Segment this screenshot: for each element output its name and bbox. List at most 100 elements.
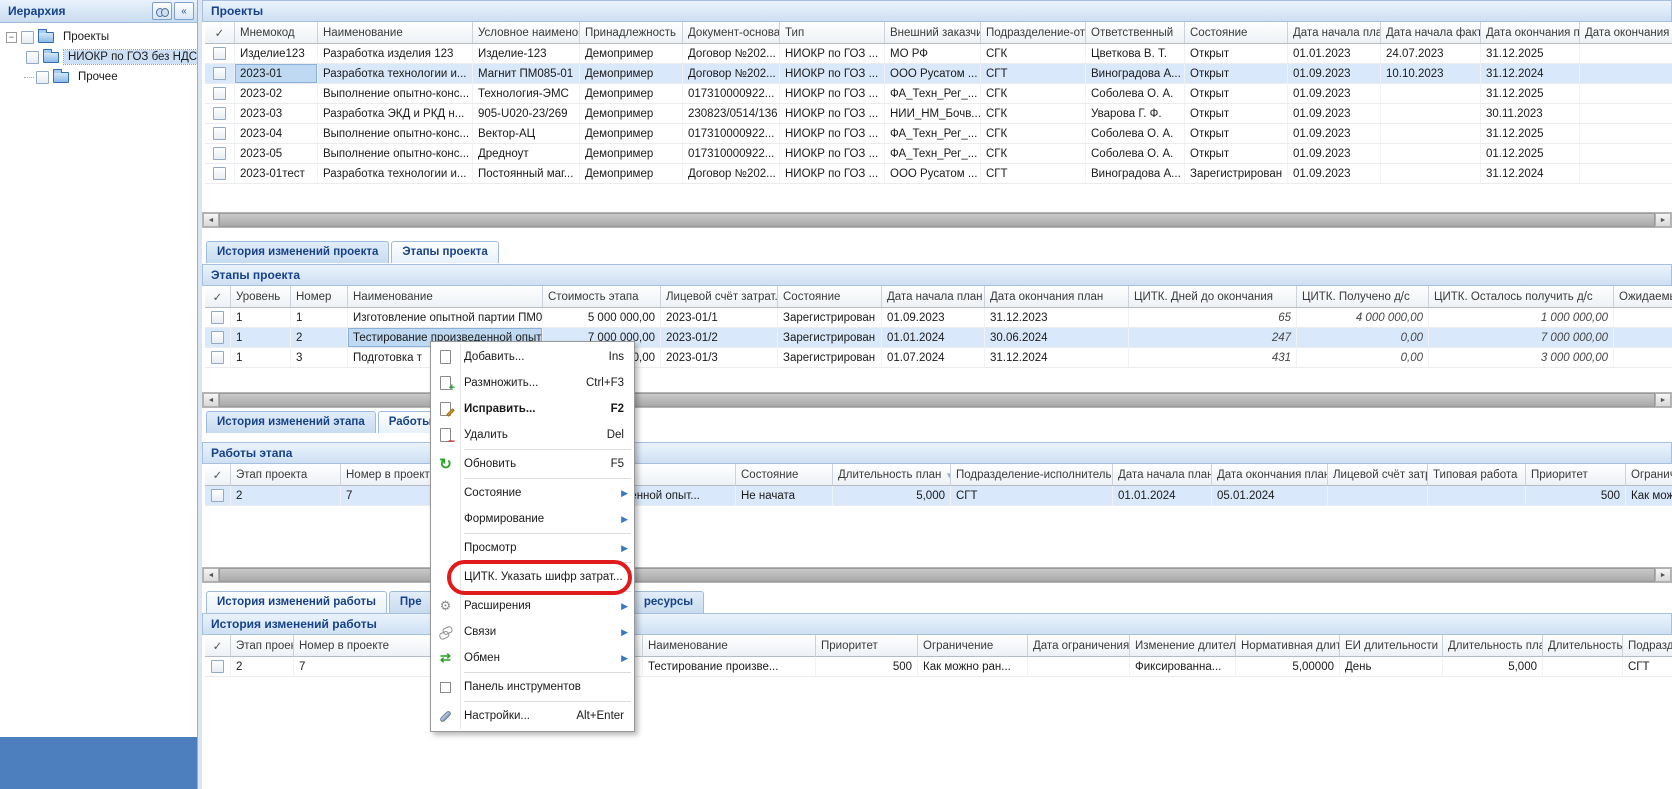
collapse-panel-button[interactable]: «: [174, 2, 194, 20]
column-header[interactable]: Этап проекта: [231, 635, 294, 657]
column-header[interactable]: Наименование: [643, 635, 816, 657]
menu-item-toolbar[interactable]: Панель инструментов: [431, 674, 634, 700]
column-header[interactable]: Дата окончания: [1580, 22, 1672, 44]
column-header[interactable]: Дата начала план.: [1288, 22, 1381, 44]
column-header[interactable]: ✓: [205, 464, 231, 486]
works-hscrollbar[interactable]: ◄ ►: [202, 567, 1672, 583]
stages-hscrollbar[interactable]: ◄ ►: [202, 392, 1672, 408]
table-row[interactable]: 2023-03Разработка ЭКД и РКД н...905-U020…: [205, 104, 1672, 124]
column-header[interactable]: Дата начала план.: [1113, 464, 1212, 486]
column-header[interactable]: Принадлежность: [580, 22, 683, 44]
column-header[interactable]: Дата окончания план: [985, 286, 1129, 308]
column-header[interactable]: Длительность фак: [1543, 635, 1623, 657]
column-header[interactable]: ✓: [205, 286, 231, 308]
table-row[interactable]: 11Изготовление опытной партии ПМ0...5 00…: [205, 308, 1672, 328]
column-header[interactable]: Номер: [291, 286, 348, 308]
column-header[interactable]: Лицевой счёт затрат.: [661, 286, 778, 308]
column-header[interactable]: Типовая работа: [1428, 464, 1526, 486]
column-header[interactable]: ✓: [205, 635, 231, 657]
table-row[interactable]: 2023-02Выполнение опытно-конс...Технолог…: [205, 84, 1672, 104]
tab-project-history[interactable]: История изменений проекта: [206, 241, 389, 263]
column-header[interactable]: Условное наименова: [473, 22, 580, 44]
column-header[interactable]: ЦИТК. Дней до окончания: [1129, 286, 1297, 308]
scroll-left-arrow[interactable]: ◄: [203, 213, 219, 227]
tree-item-projects[interactable]: − Проекты: [0, 27, 197, 47]
menu-item-extensions[interactable]: ⚙ Расширения ▶: [431, 593, 634, 619]
table-row[interactable]: 2023-04Выполнение опытно-конс...Вектор-А…: [205, 124, 1672, 144]
menu-item-settings[interactable]: Настройки... Alt+Enter: [431, 703, 634, 729]
column-header[interactable]: Дата окончания план: [1212, 464, 1328, 486]
row-checkbox[interactable]: [213, 107, 226, 120]
row-checkbox[interactable]: [211, 351, 224, 364]
table-row[interactable]: 2023-05Выполнение опытно-конс...Дредноут…: [205, 144, 1672, 164]
table-row[interactable]: 12Тестирование произведенной опыт7 000 0…: [205, 328, 1672, 348]
tree-item-label[interactable]: Прочее: [74, 70, 122, 84]
column-header[interactable]: ЦИТК. Осталось получить д/с: [1429, 286, 1614, 308]
column-header[interactable]: Уровень: [231, 286, 291, 308]
column-header[interactable]: Подразделение-от: [981, 22, 1086, 44]
menu-item-refresh[interactable]: ↻ Обновить F5: [431, 451, 634, 477]
column-header[interactable]: Номер в проекте: [294, 635, 438, 657]
menu-item-exchange[interactable]: ⇄ Обмен ▶: [431, 645, 634, 671]
table-row[interactable]: Изделие123Разработка изделия 123Изделие-…: [205, 44, 1672, 64]
scroll-left-arrow[interactable]: ◄: [203, 568, 219, 582]
scroll-right-arrow[interactable]: ►: [1655, 568, 1671, 582]
tab-project-stages[interactable]: Этапы проекта: [391, 241, 498, 263]
column-header[interactable]: Стоимость этапа: [543, 286, 661, 308]
row-checkbox[interactable]: [213, 167, 226, 180]
row-checkbox[interactable]: [211, 311, 224, 324]
column-header[interactable]: Подразделение-и: [1623, 635, 1672, 657]
column-header[interactable]: Наименование: [318, 22, 473, 44]
column-header[interactable]: ✓: [205, 22, 235, 44]
scroll-right-arrow[interactable]: ►: [1655, 393, 1671, 407]
scroll-left-arrow[interactable]: ◄: [203, 393, 219, 407]
tree-expander-icon[interactable]: −: [6, 32, 17, 43]
tab-work-resources[interactable]: ресурсы: [631, 591, 704, 613]
tree-item-label[interactable]: НИОКР по ГОЗ без НДС: [64, 50, 197, 64]
menu-item-edit[interactable]: Исправить... F2: [431, 396, 634, 422]
column-header[interactable]: Дата начала план: [882, 286, 985, 308]
row-checkbox[interactable]: [213, 87, 226, 100]
scroll-right-arrow[interactable]: ►: [1655, 213, 1671, 227]
row-checkbox[interactable]: [211, 660, 224, 673]
column-header[interactable]: Тип: [780, 22, 885, 44]
column-header[interactable]: Лицевой счёт затр: [1328, 464, 1428, 486]
column-header[interactable]: Наименование: [348, 286, 543, 308]
column-header[interactable]: ЕИ длительности: [1340, 635, 1443, 657]
column-header[interactable]: Состояние: [778, 286, 882, 308]
column-header[interactable]: Ожидаемые: [1614, 286, 1672, 308]
column-header[interactable]: Внешний заказчик: [885, 22, 981, 44]
menu-item-add[interactable]: Добавить... Ins: [431, 344, 634, 370]
tree-item-other[interactable]: Прочее: [0, 67, 197, 87]
column-header[interactable]: Ограничение: [918, 635, 1028, 657]
menu-item-view[interactable]: Просмотр ▶: [431, 535, 634, 561]
column-header[interactable]: ЦИТК. Получено д/с: [1297, 286, 1429, 308]
row-checkbox[interactable]: [211, 331, 224, 344]
column-header[interactable]: Мнемокод: [235, 22, 318, 44]
projects-hscrollbar[interactable]: ◄ ►: [202, 212, 1672, 228]
menu-item-links[interactable]: Связи ▶: [431, 619, 634, 645]
table-row[interactable]: 2023-01Разработка технологии и...Магнит …: [205, 64, 1672, 84]
menu-item-citk-cost-code[interactable]: ЦИТК. Указать шифр затрат...: [431, 564, 634, 590]
tree-item-label[interactable]: Проекты: [59, 30, 113, 44]
search-button[interactable]: [152, 2, 172, 20]
menu-item-generation[interactable]: Формирование ▶: [431, 506, 634, 532]
row-checkbox[interactable]: [213, 67, 226, 80]
column-header[interactable]: Нормативная длит: [1236, 635, 1340, 657]
column-header[interactable]: Приоритет: [1526, 464, 1626, 486]
column-header[interactable]: Состояние: [736, 464, 833, 486]
table-row[interactable]: 2023-01тестРазработка технологии и...Пос…: [205, 164, 1672, 184]
column-header[interactable]: Длительность план▼: [833, 464, 951, 486]
row-checkbox[interactable]: [211, 489, 224, 502]
tree-checkbox[interactable]: [21, 31, 34, 44]
column-header[interactable]: Документ-основан: [683, 22, 780, 44]
column-header[interactable]: Изменение длител.: [1130, 635, 1236, 657]
tab-stage-history[interactable]: История изменений этапа: [206, 411, 376, 433]
table-row[interactable]: 27Тестирование произведенной опыт...Не н…: [205, 486, 1672, 506]
tree-checkbox[interactable]: [36, 71, 49, 84]
column-header[interactable]: Состояние: [1185, 22, 1288, 44]
column-header[interactable]: Длительность пла: [1443, 635, 1543, 657]
column-header[interactable]: Дата окончания п: [1481, 22, 1580, 44]
menu-item-duplicate[interactable]: + Размножить... Ctrl+F3: [431, 370, 634, 396]
row-checkbox[interactable]: [213, 147, 226, 160]
